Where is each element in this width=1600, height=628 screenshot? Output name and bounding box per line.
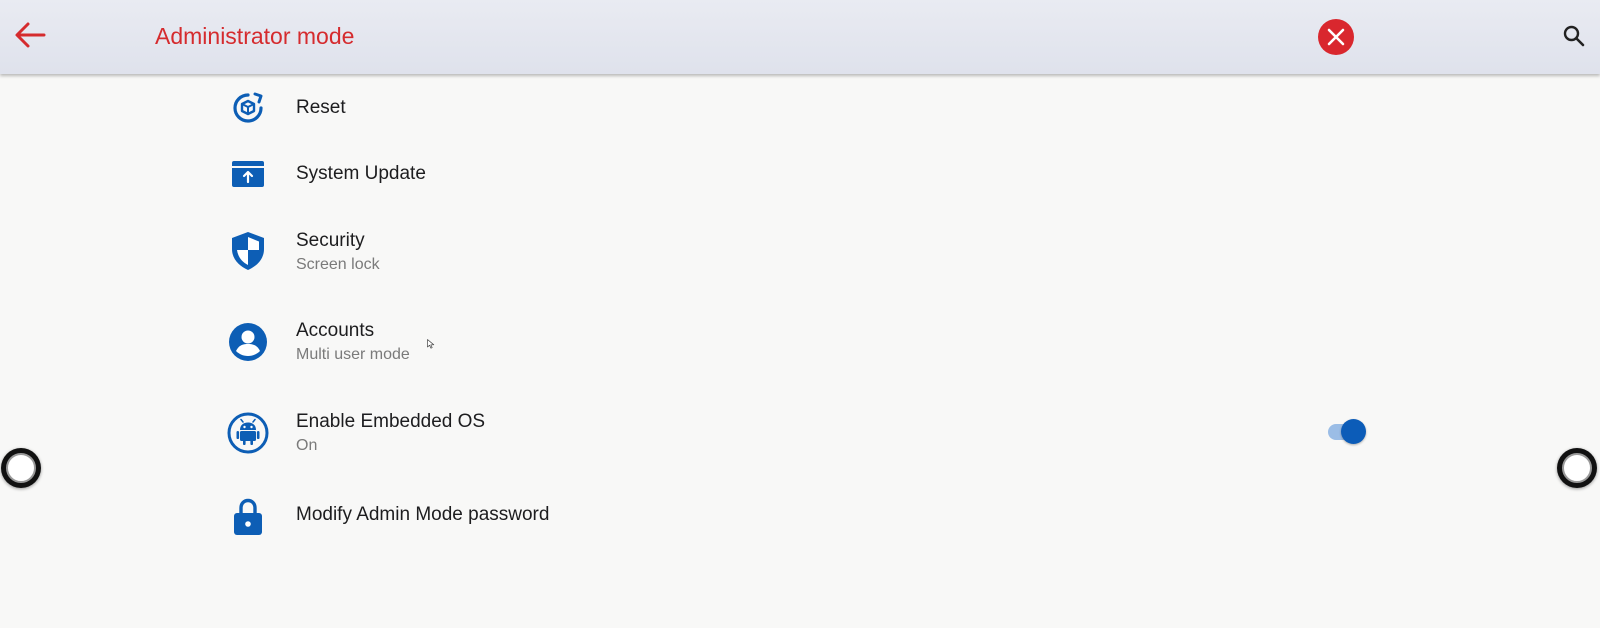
settings-item-accounts[interactable]: Accounts Multi user mode <box>0 311 1600 375</box>
mouse-pointer-icon <box>427 339 435 349</box>
close-icon <box>1327 28 1345 46</box>
reset-icon <box>227 87 269 129</box>
search-icon <box>1563 25 1585 47</box>
settings-item-label: Modify Admin Mode password <box>296 504 550 525</box>
settings-item-label: Security <box>296 230 365 251</box>
settings-item-embedded-os[interactable]: Enable Embedded OS On <box>0 402 1600 466</box>
settings-item-label: Enable Embedded OS <box>296 411 486 432</box>
arrow-left-icon <box>15 22 46 48</box>
settings-item-security[interactable]: Security Screen lock <box>0 220 1600 284</box>
app-bar: Administrator mode <box>0 0 1600 74</box>
toggle-thumb <box>1341 419 1366 444</box>
settings-item-reset[interactable]: Reset <box>0 84 1600 134</box>
system-update-icon <box>227 153 269 195</box>
right-edge-handle[interactable] <box>1557 448 1597 488</box>
lock-icon <box>227 496 269 538</box>
page-title: Administrator mode <box>155 23 355 49</box>
search-button[interactable] <box>1556 18 1592 54</box>
settings-item-system-update[interactable]: System Update <box>0 150 1600 200</box>
settings-item-label: Accounts <box>296 320 375 341</box>
settings-item-sublabel: Screen lock <box>296 256 380 273</box>
admin-mode-screen: Administrator mode Reset System Update S… <box>0 0 1600 628</box>
shield-icon <box>227 230 269 272</box>
close-button[interactable] <box>1318 19 1354 55</box>
back-button[interactable] <box>8 13 52 57</box>
left-edge-handle[interactable] <box>1 448 41 488</box>
settings-item-label: System Update <box>296 163 426 184</box>
settings-item-sublabel: On <box>296 437 318 454</box>
settings-item-label: Reset <box>296 97 346 118</box>
settings-item-sublabel: Multi user mode <box>296 346 410 363</box>
settings-item-admin-password[interactable]: Modify Admin Mode password <box>0 487 1600 547</box>
embedded-os-toggle[interactable] <box>1326 419 1368 444</box>
android-icon <box>227 412 269 454</box>
account-circle-icon <box>227 321 269 363</box>
